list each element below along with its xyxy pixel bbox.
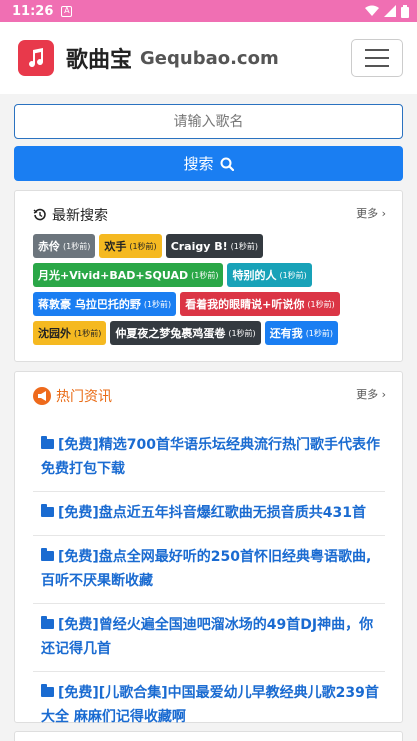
news-item-text: [免费]精选700首华语乐坛经典流行热门歌手代表作免费打包下载 xyxy=(41,437,381,477)
tag-label: 仲夏夜之梦兔裹鸡蛋卷 xyxy=(115,327,226,340)
news-item-text: [免费]曾经火遍全国迪吧溜冰场的49首DJ神曲，你还记得几首 xyxy=(41,617,374,657)
hot-more-link[interactable]: 更多 › xyxy=(356,386,386,402)
tag-time: (1秒前) xyxy=(129,241,157,251)
tag-time: (1秒前) xyxy=(307,299,335,309)
tag-time: (1秒前) xyxy=(191,270,219,280)
search-button[interactable]: 搜索 xyxy=(14,146,403,181)
menu-toggle-button[interactable] xyxy=(351,39,403,77)
tag-time: (1秒前) xyxy=(230,241,258,251)
news-item[interactable]: [免费]盘点近五年抖音爆红歌曲无损音质共431首 xyxy=(33,492,385,536)
tag-time: (1秒前) xyxy=(279,270,307,280)
recent-search-tag[interactable]: 赤伶 (1秒前) xyxy=(33,234,96,258)
hot-news-title: 热门资讯 xyxy=(56,389,112,405)
tag-time: (1秒前) xyxy=(143,299,172,309)
next-card xyxy=(14,731,403,741)
status-time: 11:26 xyxy=(12,3,54,19)
tag-label: 欢手 xyxy=(104,240,127,253)
notification-icon: A xyxy=(61,5,73,17)
recent-search-tag[interactable]: 沈园外 (1秒前) xyxy=(33,321,107,345)
news-item-text: [免费]盘点近五年抖音爆红歌曲无损音质共431首 xyxy=(58,505,367,521)
wifi-icon xyxy=(365,5,379,16)
tag-label: 蒋敦豪 乌拉巴托的野 xyxy=(38,298,141,311)
tag-label: 沈园外 xyxy=(38,327,71,340)
brand-domain[interactable]: Gequbao.com xyxy=(140,48,279,69)
status-bar: 11:26 A xyxy=(0,0,417,22)
tag-label: 赤伶 xyxy=(38,240,60,253)
folder-icon xyxy=(41,548,54,561)
news-list: [免费]精选700首华语乐坛经典流行热门歌手代表作免费打包下载 [免费]盘点近五年… xyxy=(33,424,385,739)
tag-label: 特别的人 xyxy=(232,269,277,282)
recent-searches-card: 最新搜索 更多 › 赤伶 (1秒前) 欢手 (1秒前) Craigy B! (1秒前) 月光… xyxy=(14,190,403,362)
brand-name[interactable]: 歌曲宝 xyxy=(66,42,132,74)
navbar: 歌曲宝 Gequbao.com xyxy=(0,22,417,94)
recent-search-tag[interactable]: 特别的人 (1秒前) xyxy=(227,263,312,287)
news-item[interactable]: [免费]精选700首华语乐坛经典流行热门歌手代表作免费打包下载 xyxy=(33,424,385,492)
news-item[interactable]: [免费]曾经火遍全国迪吧溜冰场的49首DJ神曲，你还记得几首 xyxy=(33,604,385,672)
tag-label: 看着我的眼睛说+听说你 xyxy=(185,298,305,311)
recent-searches-title: 最新搜索 xyxy=(52,208,108,224)
recent-search-tag[interactable]: 蒋敦豪 乌拉巴托的野 (1秒前) xyxy=(33,292,177,316)
tag-label: 还有我 xyxy=(269,327,303,340)
chevron-right-icon: › xyxy=(381,207,386,220)
chevron-right-icon: › xyxy=(381,388,386,401)
hamburger-icon xyxy=(365,49,389,51)
news-item[interactable]: [免费][儿歌合集]中国最爱幼儿早教经典儿歌239首大全 麻麻们记得收藏啊 xyxy=(33,672,385,739)
folder-icon xyxy=(41,684,54,697)
folder-icon xyxy=(41,616,54,629)
news-item-text: [免费]盘点全网最好听的250首怀旧经典粤语歌曲,百听不厌果断收藏 xyxy=(41,549,372,589)
tag-time: (1秒前) xyxy=(63,241,91,251)
search-icon xyxy=(220,157,234,171)
hot-news-card: 热门资讯 更多 › [免费]精选700首华语乐坛经典流行热门歌手代表作免费打包下… xyxy=(14,371,403,725)
recent-tags: 赤伶 (1秒前) 欢手 (1秒前) Craigy B! (1秒前) 月光+Vivid+BAD… xyxy=(33,234,393,345)
folder-icon xyxy=(41,504,54,517)
signal-icon xyxy=(384,5,396,17)
folder-icon xyxy=(41,436,54,449)
recent-search-tag[interactable]: 月光+Vivid+BAD+SQUAD (1秒前) xyxy=(33,263,224,287)
tag-label: 月光+Vivid+BAD+SQUAD xyxy=(38,269,189,282)
recent-search-tag[interactable]: 仲夏夜之梦兔裹鸡蛋卷 (1秒前) xyxy=(110,321,261,345)
music-note-icon[interactable] xyxy=(18,40,54,76)
history-icon xyxy=(33,208,46,221)
tag-label: Craigy B! xyxy=(170,239,228,253)
tag-time: (1秒前) xyxy=(74,328,102,338)
news-item[interactable]: [免费]盘点全网最好听的250首怀旧经典粤语歌曲,百听不厌果断收藏 xyxy=(33,536,385,604)
tag-time: (1秒前) xyxy=(305,328,334,338)
battery-icon xyxy=(401,4,409,18)
recent-search-tag[interactable]: 欢手 (1秒前) xyxy=(99,234,162,258)
recent-more-link[interactable]: 更多 › xyxy=(356,205,386,221)
tag-time: (1秒前) xyxy=(228,328,256,338)
megaphone-icon xyxy=(33,387,51,405)
recent-search-tag[interactable]: 还有我 (1秒前) xyxy=(264,321,339,345)
search-input[interactable] xyxy=(14,104,403,139)
recent-search-tag[interactable]: Craigy B! (1秒前) xyxy=(165,234,263,258)
recent-search-tag[interactable]: 看着我的眼睛说+听说你 (1秒前) xyxy=(180,292,340,316)
search-button-label: 搜索 xyxy=(183,156,214,173)
news-item-text: [免费][儿歌合集]中国最爱幼儿早教经典儿歌239首大全 麻麻们记得收藏啊 xyxy=(41,685,379,725)
